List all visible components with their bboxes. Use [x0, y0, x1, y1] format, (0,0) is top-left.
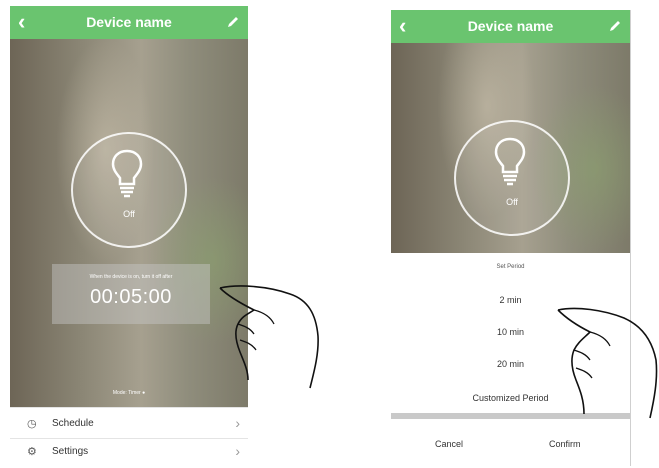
chevron-right-icon: › [235, 415, 240, 431]
mode-label: Mode: Timer ● [10, 390, 248, 396]
power-state-label: Off [506, 197, 518, 207]
menu-item-label: Settings [52, 446, 89, 457]
app-header: ‹ Device name [10, 6, 248, 39]
info-icon[interactable]: ● [142, 390, 145, 396]
sheet-title: Set Period [496, 264, 525, 270]
right-device-screen: ‹ Device name Off Set Period 2 min 10 mi… [391, 10, 631, 466]
power-state-label: Off [123, 209, 135, 219]
menu-item-schedule[interactable]: ◷ Schedule › [10, 410, 248, 439]
pencil-icon[interactable] [608, 19, 622, 33]
device-background: Off When the device is on, turn it off a… [10, 39, 248, 408]
menu-item-label: Schedule [52, 418, 94, 429]
device-background: Off [391, 43, 630, 253]
pencil-icon[interactable] [226, 15, 240, 29]
timer-hint: When the device is on, turn it off after [89, 274, 173, 280]
menu-item-settings[interactable]: ⚙ Settings › [10, 438, 248, 466]
confirm-button[interactable]: Confirm [549, 439, 581, 449]
chevron-right-icon: › [235, 443, 240, 459]
cancel-button[interactable]: Cancel [435, 439, 463, 449]
page-title: Device name [86, 14, 172, 30]
clock-icon: ◷ [27, 418, 37, 430]
period-option-10min[interactable]: 10 min [391, 327, 630, 337]
period-option-custom[interactable]: Customized Period [391, 393, 630, 403]
period-option-2min[interactable]: 2 min [391, 295, 630, 305]
app-header: ‹ Device name [391, 10, 630, 43]
set-period-sheet: Set Period 2 min 10 min 20 min Customize… [391, 253, 630, 466]
period-option-20min[interactable]: 20 min [391, 359, 630, 369]
power-toggle[interactable]: Off [71, 132, 187, 248]
power-toggle[interactable]: Off [454, 120, 570, 236]
page-title: Device name [467, 18, 554, 34]
settings-menu: ◷ Schedule › ⚙ Settings › [10, 407, 248, 466]
mode-text: Mode: Timer [112, 390, 141, 396]
gear-icon: ⚙ [27, 446, 37, 458]
left-device-screen: ‹ Device name Off When the device is on,… [10, 6, 248, 466]
timer-display[interactable]: When the device is on, turn it off after… [52, 264, 210, 324]
light-bulb-icon [494, 137, 526, 186]
divider [391, 413, 630, 419]
light-bulb-icon [111, 149, 143, 198]
timer-value: 00:05:00 [90, 286, 172, 308]
